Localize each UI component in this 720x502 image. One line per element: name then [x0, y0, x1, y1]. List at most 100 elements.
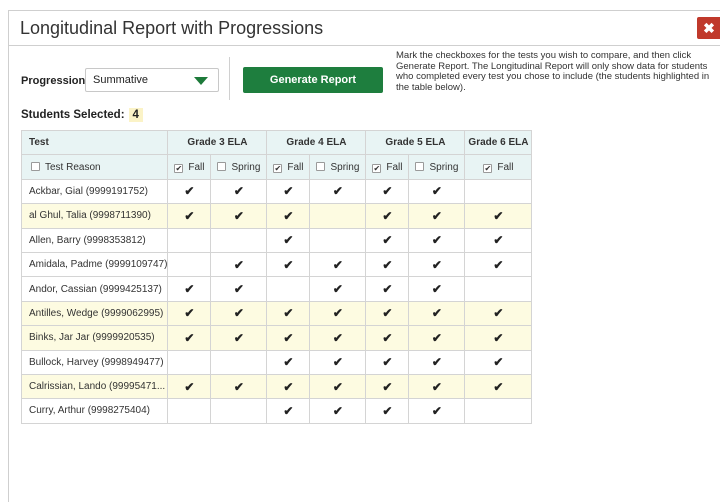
test-cell: ✔	[408, 227, 466, 253]
grade-header: Grade 6 ELA	[464, 129, 533, 156]
check-icon: ✔	[332, 355, 343, 370]
test-cell: ✔	[167, 178, 212, 205]
test-cell: ✔	[210, 373, 268, 400]
check-icon: ✔	[184, 379, 195, 394]
check-icon: ✔	[332, 403, 343, 418]
progression-select[interactable]: Summative	[85, 68, 219, 92]
controls-bar: Progression Summative Generate Report Ma…	[9, 47, 720, 105]
term-label: Fall	[497, 161, 514, 173]
test-cell: ✔	[266, 178, 311, 205]
test-cell: ✔	[167, 276, 212, 302]
test-cell: ✔	[365, 349, 410, 375]
test-cell: ✔	[309, 300, 367, 327]
check-icon: ✔	[233, 184, 244, 199]
generate-report-button[interactable]: Generate Report	[243, 67, 383, 93]
check-icon: ✔	[184, 184, 195, 199]
test-cell: ✔	[266, 227, 311, 253]
test-reason-checkbox[interactable]	[31, 161, 40, 171]
student-name: Ackbar, Gial (9999191752)	[20, 178, 169, 205]
report-dialog: Longitudinal Report with Progressions ✖ …	[8, 10, 720, 502]
term-label: Fall	[287, 161, 304, 173]
test-cell: ✔	[266, 398, 311, 424]
table-row: al Ghul, Talia (9998711390) ✔ ✔ ✔ ✔ ✔ ✔	[20, 203, 533, 229]
check-icon: ✔	[184, 208, 195, 223]
test-cell: ✔	[408, 300, 466, 327]
check-icon: ✔	[431, 282, 442, 297]
test-cell	[464, 398, 533, 424]
check-icon: ✔	[283, 208, 294, 223]
term-checkbox[interactable]: ✔	[174, 163, 184, 173]
check-icon: ✔	[493, 208, 504, 223]
check-icon: ✔	[382, 282, 393, 297]
check-icon: ✔	[431, 403, 442, 418]
close-icon[interactable]: ✖	[697, 17, 720, 39]
check-icon: ✔	[283, 355, 294, 370]
student-name: al Ghul, Talia (9998711390)	[20, 203, 169, 229]
test-cell: ✔	[309, 251, 367, 278]
student-name: Amidala, Padme (9999109747)	[20, 251, 169, 278]
table-row: Calrissian, Lando (99995471... ✔ ✔ ✔ ✔ ✔ ✔ ✔	[20, 373, 533, 400]
test-cell: ✔	[365, 325, 410, 351]
term-checkbox[interactable]	[217, 161, 227, 171]
test-cell: ✔	[210, 251, 268, 278]
check-icon: ✔	[332, 257, 343, 272]
table-body: Ackbar, Gial (9999191752) ✔ ✔ ✔ ✔ ✔ ✔ al Ghul, …	[20, 178, 533, 424]
student-name: Antilles, Wedge (9999062995)	[20, 300, 169, 327]
check-icon: ✔	[233, 282, 244, 297]
test-cell: ✔	[464, 349, 533, 375]
term-cell: ✔ Fall	[464, 154, 533, 180]
check-icon: ✔	[184, 282, 195, 297]
test-cell	[464, 178, 533, 205]
term-checkbox[interactable]: ✔	[483, 163, 493, 173]
term-checkbox[interactable]: ✔	[372, 163, 382, 173]
check-icon: ✔	[233, 208, 244, 223]
header-row: Test Grade 3 ELA Grade 4 ELA Grade 5 ELA…	[20, 129, 533, 156]
test-cell: ✔	[408, 203, 466, 229]
test-cell	[167, 251, 212, 278]
table-row: Ackbar, Gial (9999191752) ✔ ✔ ✔ ✔ ✔ ✔	[20, 178, 533, 205]
term-checkbox[interactable]	[316, 161, 326, 171]
test-cell: ✔	[464, 227, 533, 253]
term-row: Test Reason ✔ Fall Spring ✔ Fall Spring ✔ Fall S…	[20, 154, 533, 180]
test-cell	[266, 276, 311, 302]
check-icon: ✔	[283, 330, 294, 345]
table-row: Bullock, Harvey (9998949477) ✔ ✔ ✔ ✔ ✔	[20, 349, 533, 375]
test-cell: ✔	[408, 373, 466, 400]
check-icon: ✔	[184, 306, 195, 321]
student-name: Andor, Cassian (9999425137)	[20, 276, 169, 302]
check-icon: ✔	[233, 330, 244, 345]
grade-header: Grade 5 ELA	[365, 129, 466, 156]
test-cell	[464, 276, 533, 302]
check-icon: ✔	[233, 257, 244, 272]
check-icon: ✔	[382, 257, 393, 272]
term-cell: ✔ Fall	[266, 154, 311, 180]
test-cell: ✔	[210, 325, 268, 351]
student-name: Binks, Jar Jar (9999920535)	[20, 325, 169, 351]
test-cell: ✔	[365, 373, 410, 400]
table-row: Binks, Jar Jar (9999920535) ✔ ✔ ✔ ✔ ✔ ✔ ✔	[20, 325, 533, 351]
test-cell: ✔	[167, 325, 212, 351]
test-cell: ✔	[464, 203, 533, 229]
test-cell: ✔	[365, 398, 410, 424]
check-icon: ✔	[382, 355, 393, 370]
test-cell: ✔	[365, 203, 410, 229]
test-cell: ✔	[365, 178, 410, 205]
test-cell: ✔	[408, 251, 466, 278]
check-icon: ✔	[184, 330, 195, 345]
term-checkbox[interactable]: ✔	[273, 163, 283, 173]
test-cell	[309, 227, 367, 253]
students-selected: Students Selected: 4	[21, 108, 143, 122]
test-cell: ✔	[309, 178, 367, 205]
check-icon: ✔	[382, 208, 393, 223]
check-icon: ✔	[382, 233, 393, 248]
grade-header: Grade 3 ELA	[167, 129, 268, 156]
test-cell	[210, 349, 268, 375]
check-icon: ✔	[332, 379, 343, 394]
test-reason-label: Test Reason	[45, 161, 101, 173]
students-selected-label: Students Selected:	[21, 109, 125, 121]
test-cell	[309, 203, 367, 229]
term-checkbox[interactable]	[415, 161, 425, 171]
table-row: Antilles, Wedge (9999062995) ✔ ✔ ✔ ✔ ✔ ✔ ✔	[20, 300, 533, 327]
check-icon: ✔	[382, 184, 393, 199]
student-name: Allen, Barry (9998353812)	[20, 227, 169, 253]
